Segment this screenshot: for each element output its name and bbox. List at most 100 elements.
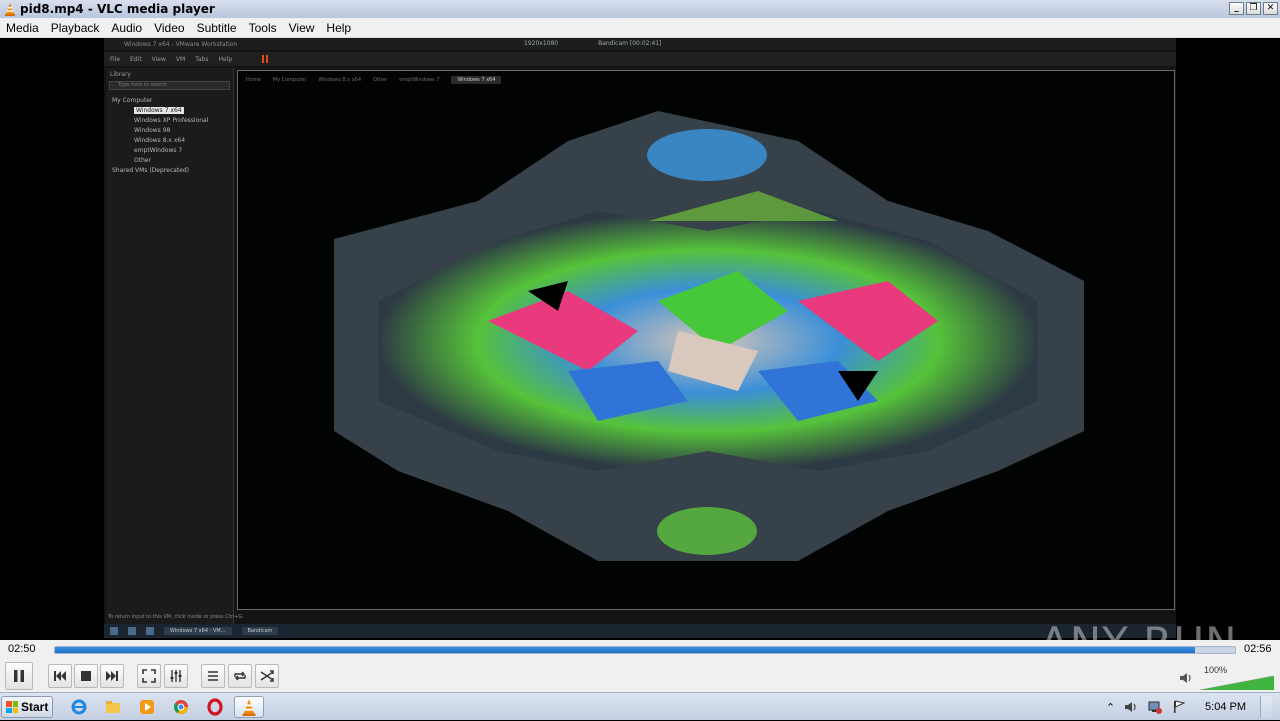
guest-task: Bandicam — [241, 627, 279, 635]
tray-volume-icon[interactable] — [1123, 699, 1139, 715]
vm-menu-tabs: Tabs — [195, 55, 209, 63]
media-player-icon — [140, 700, 154, 714]
close-button[interactable]: ✕ — [1263, 2, 1278, 15]
fullscreen-button[interactable] — [137, 664, 161, 688]
vlc-icon — [242, 699, 256, 716]
vm-tab: emptWindows 7 — [399, 77, 440, 83]
vm-status-text: To return input to this VM, click inside… — [108, 614, 244, 620]
restore-button[interactable]: ❐ — [1246, 2, 1261, 15]
fractal-image — [334, 111, 1084, 561]
vm-tab-active: Windows 7 x64 — [451, 76, 502, 84]
vm-menu-edit: Edit — [130, 55, 142, 63]
playlist-icon — [208, 671, 218, 681]
taskbar-media-player[interactable] — [134, 696, 160, 718]
equalizer-icon — [170, 670, 182, 682]
volume-percent: 100% — [1204, 665, 1228, 675]
tree-node: emptWindows 7 — [134, 147, 183, 154]
loop-button[interactable] — [228, 664, 252, 688]
previous-button[interactable] — [48, 664, 72, 688]
previous-icon — [54, 671, 66, 681]
taskbar-ie[interactable] — [66, 696, 92, 718]
menu-view[interactable]: View — [283, 21, 321, 35]
windows-logo-icon — [6, 701, 18, 713]
tree-node: Other — [134, 157, 152, 164]
vm-menu-file: File — [110, 55, 121, 63]
volume-icon[interactable] — [1178, 670, 1194, 686]
vm-tab-strip: Home My Computer Windows 8.x x64 Other e… — [238, 74, 1174, 86]
tray-expand-icon[interactable]: ⌃ — [1106, 701, 1115, 714]
random-button[interactable] — [255, 664, 279, 688]
tree-node: My Computer — [112, 97, 153, 104]
vm-resolution: 1920x1080 — [524, 40, 559, 47]
start-button[interactable]: Start — [1, 696, 53, 718]
seek-slider[interactable] — [54, 646, 1236, 654]
guest-app-icon — [146, 627, 154, 635]
library-tree: My Computer Windows 7 x64 Windows XP Pro… — [106, 96, 233, 176]
next-button[interactable] — [100, 664, 124, 688]
playback-controls: 100% — [0, 660, 1280, 692]
menu-tools[interactable]: Tools — [243, 21, 283, 35]
tree-node-selected: Windows 7 x64 — [134, 107, 184, 114]
guest-start-icon — [110, 627, 118, 635]
tray-network-icon[interactable] — [1147, 699, 1163, 715]
system-tray: ⌃ 5:04 PM — [1106, 693, 1280, 721]
vm-tab: Home — [246, 77, 261, 83]
pause-icon — [14, 670, 24, 682]
chrome-icon — [173, 700, 188, 714]
tree-node: Windows XP Professional — [134, 117, 209, 124]
vm-menu-vm: VM — [175, 55, 186, 63]
taskbar-explorer[interactable] — [100, 696, 126, 718]
extended-settings-button[interactable] — [164, 664, 188, 688]
seek-progress-fill — [55, 647, 1195, 653]
guest-task: Windows 7 x64 - VM... — [164, 627, 232, 635]
pause-button[interactable] — [5, 662, 33, 690]
taskbar-vlc[interactable] — [234, 696, 264, 718]
tree-node: Windows 98 — [134, 127, 171, 134]
volume-slider[interactable] — [1200, 676, 1274, 690]
menu-help[interactable]: Help — [320, 21, 357, 35]
taskbar-opera[interactable] — [202, 696, 228, 718]
explorer-icon — [106, 701, 120, 713]
playlist-button[interactable] — [201, 664, 225, 688]
menu-video[interactable]: Video — [148, 21, 190, 35]
vlc-cone-icon — [5, 3, 15, 16]
vm-menu-view: View — [151, 55, 166, 63]
tray-flag-icon[interactable] — [1171, 699, 1187, 715]
shuffle-icon — [260, 670, 274, 682]
tree-node: Windows 8.x x64 — [134, 137, 186, 144]
vm-title-bar: Windows 7 x64 - VMware Workstation 1920x… — [104, 38, 1176, 50]
ie-icon — [71, 699, 87, 715]
show-desktop-button[interactable] — [1260, 696, 1272, 718]
loop-icon — [234, 671, 246, 681]
clock[interactable]: 5:04 PM — [1205, 701, 1246, 713]
tree-node: Shared VMs (Deprecated) — [112, 167, 190, 174]
windows-taskbar: Start ⌃ 5:04 PM — [0, 692, 1280, 720]
vm-tab: Other — [373, 77, 388, 83]
menu-subtitle[interactable]: Subtitle — [191, 21, 243, 35]
stop-button[interactable] — [74, 664, 98, 688]
taskbar-chrome[interactable] — [168, 696, 194, 718]
library-header: Library — [110, 71, 131, 78]
vm-title: Windows 7 x64 - VMware Workstation — [124, 40, 238, 48]
start-label: Start — [21, 700, 49, 714]
fullscreen-icon — [142, 669, 156, 683]
vm-tab: My Computer — [272, 77, 307, 83]
vm-guest-screen — [237, 70, 1175, 610]
next-icon — [106, 671, 118, 681]
vm-library-panel: Library Type here to search My Computer … — [106, 68, 234, 638]
window-title: pid8.mp4 - VLC media player — [20, 2, 215, 16]
vm-tab: Windows 8.x x64 — [318, 77, 362, 83]
menu-media[interactable]: Media — [0, 21, 45, 35]
minimize-button[interactable]: _ — [1229, 2, 1244, 15]
menu-bar: Media Playback Audio Video Subtitle Tool… — [0, 18, 1280, 38]
total-time: 02:56 — [1244, 643, 1272, 655]
menu-playback[interactable]: Playback — [45, 21, 106, 35]
vm-recording: Bandicam [00:02:41] — [598, 40, 662, 47]
vm-pause-icon — [262, 55, 269, 63]
library-search: Type here to search — [109, 81, 230, 90]
vmware-window-frame: Windows 7 x64 - VMware Workstation 1920x… — [104, 38, 1176, 638]
vm-guest-taskbar: Windows 7 x64 - VM... Bandicam — [104, 624, 1176, 638]
elapsed-time: 02:50 — [8, 643, 36, 655]
menu-audio[interactable]: Audio — [105, 21, 148, 35]
video-surface[interactable]: Windows 7 x64 - VMware Workstation 1920x… — [0, 38, 1280, 640]
